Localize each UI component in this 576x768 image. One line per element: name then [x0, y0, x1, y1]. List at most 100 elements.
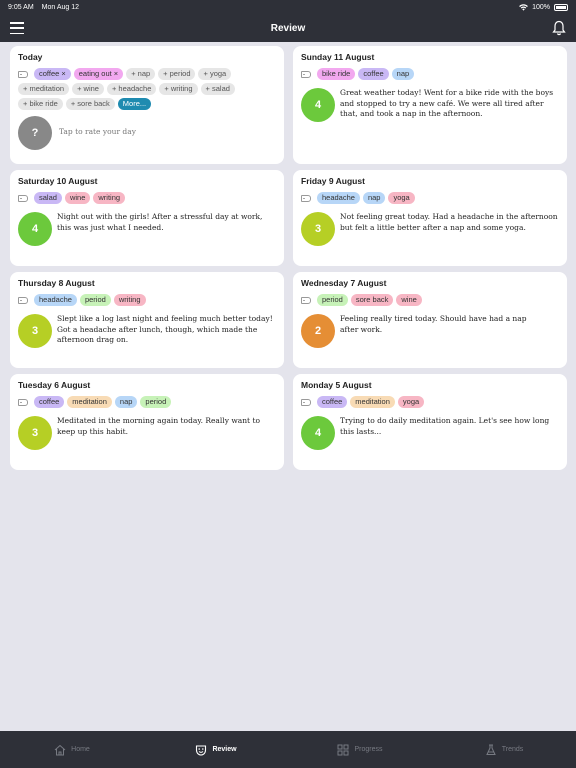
tab-progress[interactable]: Progress — [288, 731, 432, 768]
more-tags-button[interactable]: More... — [117, 98, 152, 110]
tag-icon — [301, 194, 311, 202]
status-bar: 9:05 AM Mon Aug 12 100% — [0, 0, 576, 14]
rating-circle: 3 — [18, 314, 52, 348]
add-tag-nap[interactable]: + nap — [126, 68, 156, 80]
tag-nap: nap — [114, 396, 138, 408]
tag-icon — [18, 194, 28, 202]
day-card[interactable]: Tuesday 6 August coffee meditation nap p… — [10, 374, 284, 470]
tag-bike-ride: bike ride — [317, 68, 356, 80]
tab-review[interactable]: Review — [144, 731, 288, 768]
tab-label: Review — [212, 746, 237, 753]
tab-bar: Home Review Progress Trends — [0, 731, 576, 768]
rating-circle: 4 — [18, 212, 52, 246]
tag-list: coffee meditation nap period — [18, 396, 276, 408]
day-card[interactable]: Monday 5 August coffee meditation yoga 4… — [293, 374, 567, 470]
bell-icon[interactable] — [552, 20, 566, 36]
tag-icon — [18, 296, 28, 304]
tag-coffee: coffee — [34, 396, 65, 408]
tag-writing: writing — [93, 192, 126, 204]
tab-label: Home — [71, 746, 90, 753]
tag-list: salad wine writing — [18, 192, 276, 204]
day-card[interactable]: Saturday 10 August salad wine writing 4 … — [10, 170, 284, 266]
entry-text: Trying to do daily meditation again. Let… — [340, 416, 550, 436]
add-tag-bike-ride[interactable]: + bike ride — [18, 98, 63, 110]
tag-list: bike ride coffee nap — [301, 68, 559, 80]
rating-circle: 3 — [301, 212, 335, 246]
card-date: Tuesday 6 August — [18, 380, 91, 390]
rating-circle: 2 — [301, 314, 335, 348]
tag-list: headache nap yoga — [301, 192, 559, 204]
battery-icon — [554, 3, 568, 11]
entry-text: Slept like a log last night and feeling … — [57, 314, 273, 344]
tab-trends[interactable]: Trends — [432, 731, 576, 768]
add-tag-writing[interactable]: + writing — [159, 83, 198, 95]
entry-text: Feeling really tired today. Should have … — [340, 314, 527, 334]
tag-coffee: coffee — [317, 396, 348, 408]
tag-icon — [301, 70, 311, 78]
tag-list: period sore back wine — [301, 294, 559, 306]
menu-icon[interactable] — [10, 22, 24, 34]
tag-period: period — [140, 396, 172, 408]
add-tag-headache[interactable]: + headache — [106, 83, 157, 95]
card-date: Saturday 10 August — [18, 176, 98, 186]
day-card[interactable]: Wednesday 7 August period sore back wine… — [293, 272, 567, 368]
add-tag-salad[interactable]: + salad — [200, 83, 235, 95]
rating-circle: 3 — [18, 416, 52, 450]
page-title: Review — [270, 22, 306, 34]
tag-icon — [301, 296, 311, 304]
day-card[interactable]: Friday 9 August headache nap yoga 3 Not … — [293, 170, 567, 266]
status-date: Mon Aug 12 — [41, 3, 80, 11]
tag-salad: salad — [34, 192, 62, 204]
review-mask-icon — [196, 744, 207, 756]
tag-sore-back: sore back — [350, 294, 394, 306]
add-tag-wine[interactable]: + wine — [72, 83, 104, 95]
tag-wine: wine — [64, 192, 91, 204]
add-tag-yoga[interactable]: + yoga — [198, 68, 232, 80]
card-date: Thursday 8 August — [18, 278, 95, 288]
tag-nap: nap — [362, 192, 386, 204]
tag-icon — [301, 398, 311, 406]
trends-icon — [485, 744, 496, 755]
tag-wine: wine — [396, 294, 422, 306]
card-date: Friday 9 August — [301, 176, 365, 186]
tab-label: Trends — [501, 746, 524, 753]
tag-coffee: coffee — [358, 68, 389, 80]
entry-text: Meditated in the morning again today. Re… — [57, 416, 260, 436]
tab-label: Progress — [354, 746, 383, 753]
home-icon — [54, 744, 66, 755]
add-tag-period[interactable]: + period — [158, 68, 196, 80]
tab-home[interactable]: Home — [0, 731, 144, 768]
tag-meditation: meditation — [67, 396, 112, 408]
today-card[interactable]: Today coffee × eating out × + nap + peri… — [10, 46, 284, 164]
tag-nap: nap — [391, 68, 415, 80]
rating-circle: 4 — [301, 88, 335, 122]
rate-day-prompt[interactable]: Tap to rate your day — [59, 127, 136, 136]
tag-list: coffee meditation yoga — [301, 396, 559, 408]
card-date: Today — [18, 52, 43, 62]
tag-meditation: meditation — [350, 396, 395, 408]
card-date: Sunday 11 August — [301, 52, 375, 62]
battery-percent: 100% — [532, 3, 550, 11]
progress-grid-icon — [337, 744, 349, 755]
rating-circle[interactable]: ? — [18, 116, 52, 150]
tag-icon — [18, 398, 28, 406]
wifi-icon — [519, 3, 528, 11]
tag-period: period — [79, 294, 111, 306]
tag-list: headache period writing — [18, 294, 276, 306]
selected-tag-eating-out[interactable]: eating out × — [73, 68, 124, 80]
status-time: 9:05 AM — [8, 3, 34, 11]
day-card[interactable]: Thursday 8 August headache period writin… — [10, 272, 284, 368]
tag-writing: writing — [113, 294, 146, 306]
tag-yoga: yoga — [397, 396, 425, 408]
entry-text: Great weather today! Went for a bike rid… — [340, 88, 554, 118]
tag-headache: headache — [317, 192, 360, 204]
entry-text: Not feeling great today. Had a headache … — [340, 212, 558, 232]
rating-circle: 4 — [301, 416, 335, 450]
card-date: Monday 5 August — [301, 380, 372, 390]
add-tag-meditation[interactable]: + meditation — [18, 83, 70, 95]
tag-period: period — [317, 294, 348, 306]
selected-tag-coffee[interactable]: coffee × — [34, 68, 71, 80]
day-card[interactable]: Sunday 11 August bike ride coffee nap 4 … — [293, 46, 567, 164]
card-date: Wednesday 7 August — [301, 278, 387, 288]
add-tag-sore-back[interactable]: + sore back — [65, 98, 115, 110]
